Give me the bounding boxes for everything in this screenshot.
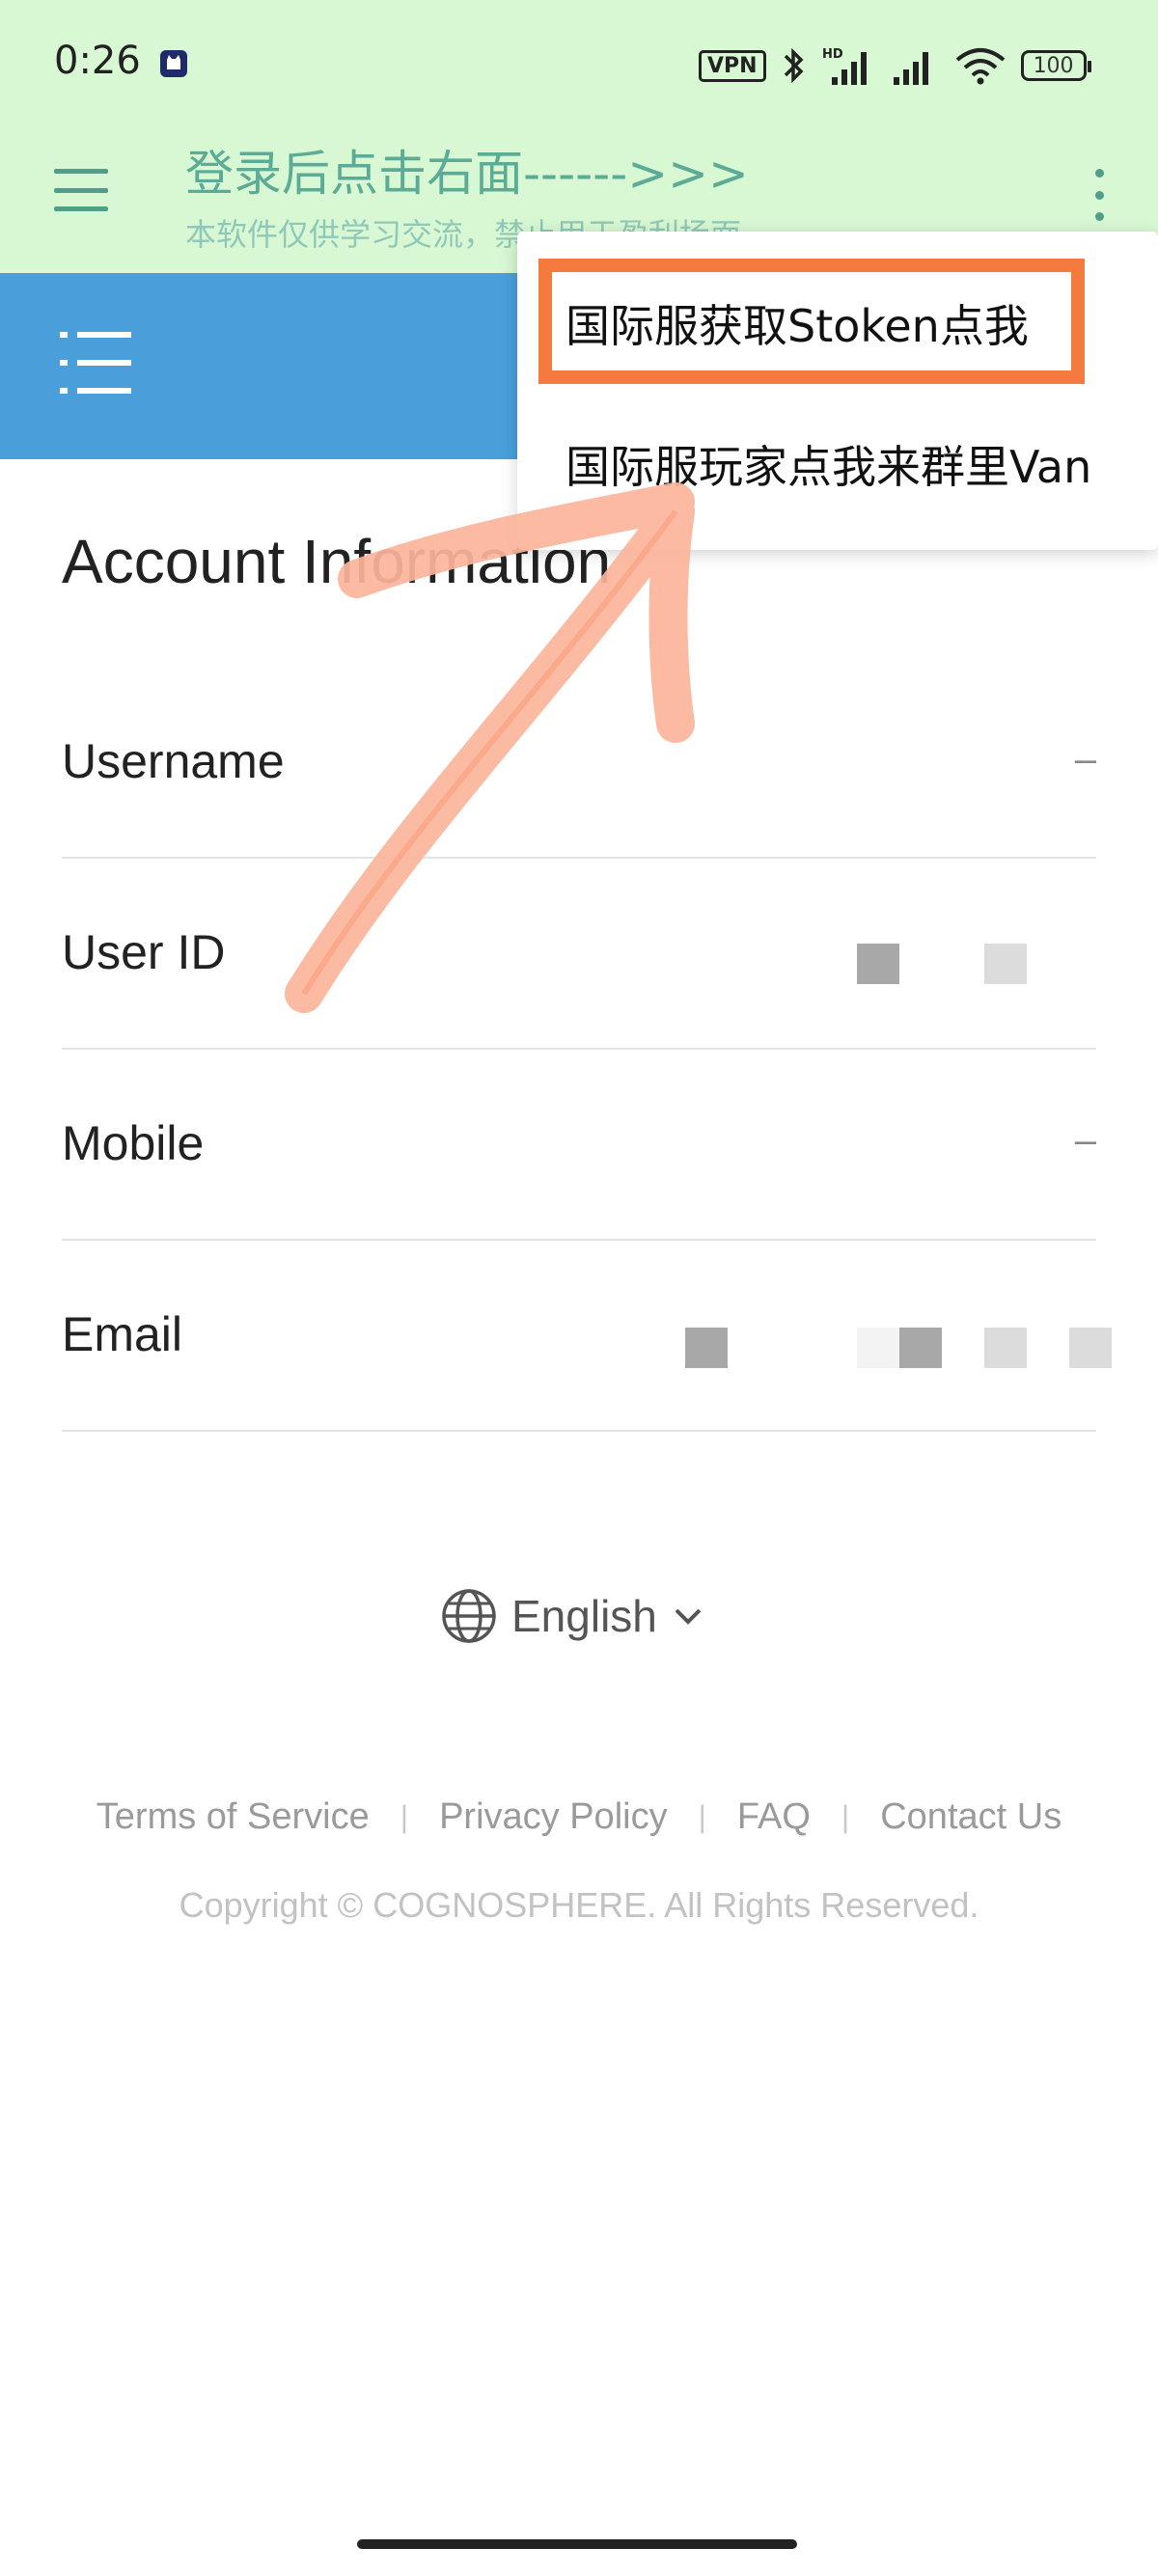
status-icons: VPN HD 100 (699, 39, 1104, 93)
privacy-policy-link[interactable]: Privacy Policy (439, 1796, 668, 1838)
terms-of-service-link[interactable]: Terms of Service (96, 1796, 370, 1838)
more-options-icon[interactable] (1090, 169, 1108, 221)
chevron-down-icon (675, 1608, 702, 1625)
mobile-label: Mobile (62, 1116, 205, 1170)
separator: | (698, 1799, 706, 1834)
battery-level: 100 (1033, 53, 1074, 78)
app-title: 登录后点击右面------>>> (185, 146, 749, 202)
globe-icon (442, 1589, 496, 1643)
redacted-email (899, 1328, 942, 1368)
redacted-user-id (984, 944, 1027, 984)
divider (62, 1239, 1096, 1241)
copyright-text: Copyright © COGNOSPHERE. All Rights Rese… (179, 1885, 979, 1925)
divider (62, 857, 1096, 859)
hamburger-menu-icon[interactable] (54, 169, 108, 211)
footer-links: Terms of Service | Privacy Policy | FAQ … (0, 1796, 1158, 1838)
redacted-email (984, 1328, 1027, 1368)
redacted-email (857, 1328, 899, 1368)
battery-icon: 100 (1020, 50, 1091, 81)
home-indicator[interactable] (357, 2539, 797, 2549)
redacted-email (1069, 1328, 1112, 1368)
divider (62, 1048, 1096, 1050)
menu-item-join-group[interactable]: 国际服玩家点我来群里Van (565, 432, 1091, 496)
contact-us-link[interactable]: Contact Us (880, 1796, 1062, 1838)
svg-text:HD: HD (822, 47, 843, 62)
cellular-signal-icon (893, 52, 928, 85)
user-id-label: User ID (62, 925, 226, 979)
username-label: Username (62, 734, 285, 788)
mobile-value: – (1074, 1119, 1096, 1162)
language-selector[interactable]: English (440, 1582, 705, 1650)
email-label: Email (62, 1307, 183, 1361)
cat-app-icon (160, 50, 187, 77)
language-label: English (511, 1591, 657, 1641)
vpn-icon: VPN (699, 49, 766, 82)
separator: | (841, 1799, 850, 1834)
status-time: 0:26 (54, 39, 141, 83)
divider (62, 1430, 1096, 1432)
redacted-email (685, 1328, 728, 1368)
faq-link[interactable]: FAQ (737, 1796, 811, 1838)
bluetooth-icon (784, 47, 804, 84)
cellular-signal-hd-icon: HD (822, 47, 867, 85)
username-value: – (1074, 738, 1096, 781)
list-menu-icon[interactable] (60, 328, 133, 397)
annotation-highlight-box (538, 259, 1085, 384)
wifi-icon (955, 48, 1005, 85)
separator: | (400, 1799, 409, 1834)
redacted-user-id (857, 944, 899, 984)
